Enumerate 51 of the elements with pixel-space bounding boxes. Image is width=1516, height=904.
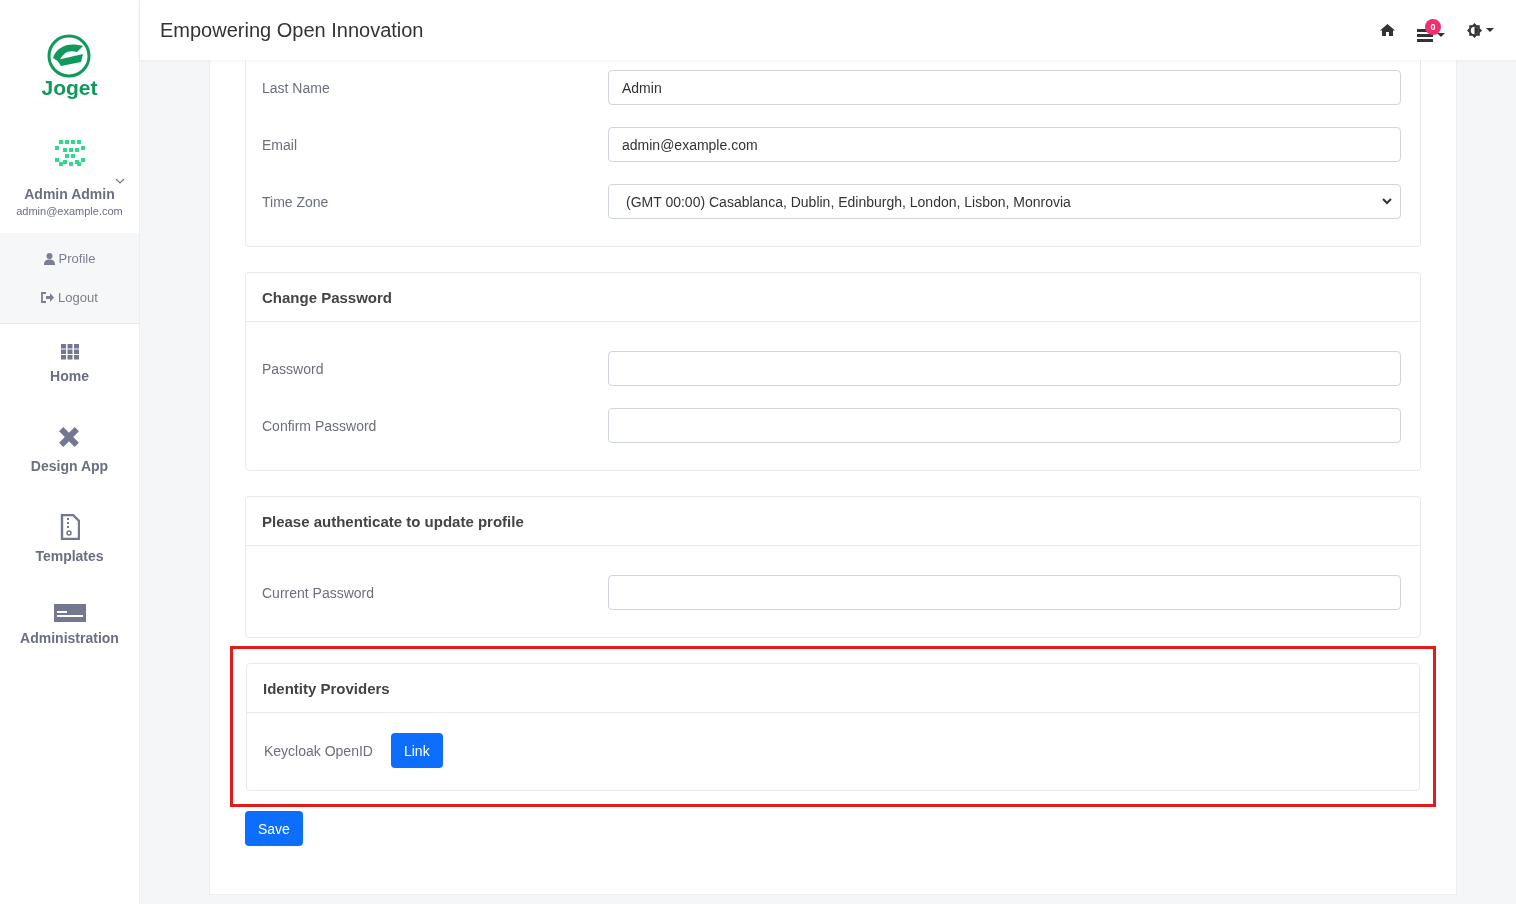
home-icon	[1380, 24, 1395, 36]
page-title: Empowering Open Innovation	[160, 18, 425, 42]
nav-item[interactable]: Design App	[30, 424, 109, 474]
provider-name: Keycloak OpenID	[264, 742, 373, 759]
keyboard-card-icon	[53, 604, 86, 622]
avatar-icon	[54, 140, 85, 168]
caret-icon	[1486, 28, 1494, 32]
nav-item[interactable]: Home	[50, 344, 89, 384]
link-button[interactable]: Link	[390, 733, 443, 768]
user-menu-label: Profile	[58, 251, 96, 266]
input-field[interactable]: Admin	[608, 70, 1401, 105]
user-name: Admin Admin	[24, 186, 115, 202]
input-field[interactable]: admin@example.com	[608, 127, 1401, 162]
nav-item[interactable]: Templates	[35, 514, 104, 564]
field-label: Current Password	[262, 584, 376, 601]
logo-text: Joget	[41, 76, 98, 100]
nav-label: Administration	[20, 630, 119, 646]
contrast-icon	[1467, 22, 1482, 38]
field-label: Password	[262, 360, 325, 377]
chevron-down-icon	[1382, 198, 1392, 205]
section-title: Please authenticate to update profile	[246, 497, 1420, 546]
nav-label: Design App	[30, 458, 109, 474]
nav-item[interactable]: Administration	[20, 604, 119, 646]
field-label: Email	[262, 136, 298, 153]
notifications-button[interactable]: 0	[1417, 18, 1445, 42]
user-menu-item[interactable]: Profile	[43, 239, 96, 278]
select-field[interactable]: (GMT 00:00) Casablanca, Dublin, Edinburgh, London, Lisbon, Monrovia	[608, 184, 1401, 219]
field-label: Time Zone	[262, 193, 330, 210]
save-button[interactable]: Save	[245, 811, 303, 846]
field-label: Confirm Password	[262, 417, 378, 434]
user-menu-label: Logout	[58, 290, 98, 305]
notification-count: 0	[1425, 18, 1441, 35]
theme-button[interactable]	[1467, 22, 1494, 38]
chevron-down-icon[interactable]	[115, 178, 125, 184]
nav-label: Home	[50, 368, 89, 384]
input-field[interactable]	[608, 408, 1401, 443]
section-title: Identity Providers	[247, 664, 1419, 713]
input-field[interactable]	[608, 575, 1401, 610]
zip-file-icon	[59, 514, 80, 540]
field-label: Last Name	[262, 79, 331, 96]
nav-label: Templates	[35, 548, 104, 564]
grid-icon	[60, 344, 79, 360]
section-title: Change Password	[246, 273, 1420, 322]
sign-out-icon	[41, 292, 55, 303]
user-icon	[43, 252, 55, 265]
home-button[interactable]	[1380, 24, 1395, 36]
input-field[interactable]	[608, 351, 1401, 386]
caret-icon	[1437, 33, 1445, 37]
user-email: admin@example.com	[16, 205, 123, 217]
user-menu-item[interactable]: Logout	[41, 278, 98, 317]
logo-icon	[47, 34, 92, 78]
